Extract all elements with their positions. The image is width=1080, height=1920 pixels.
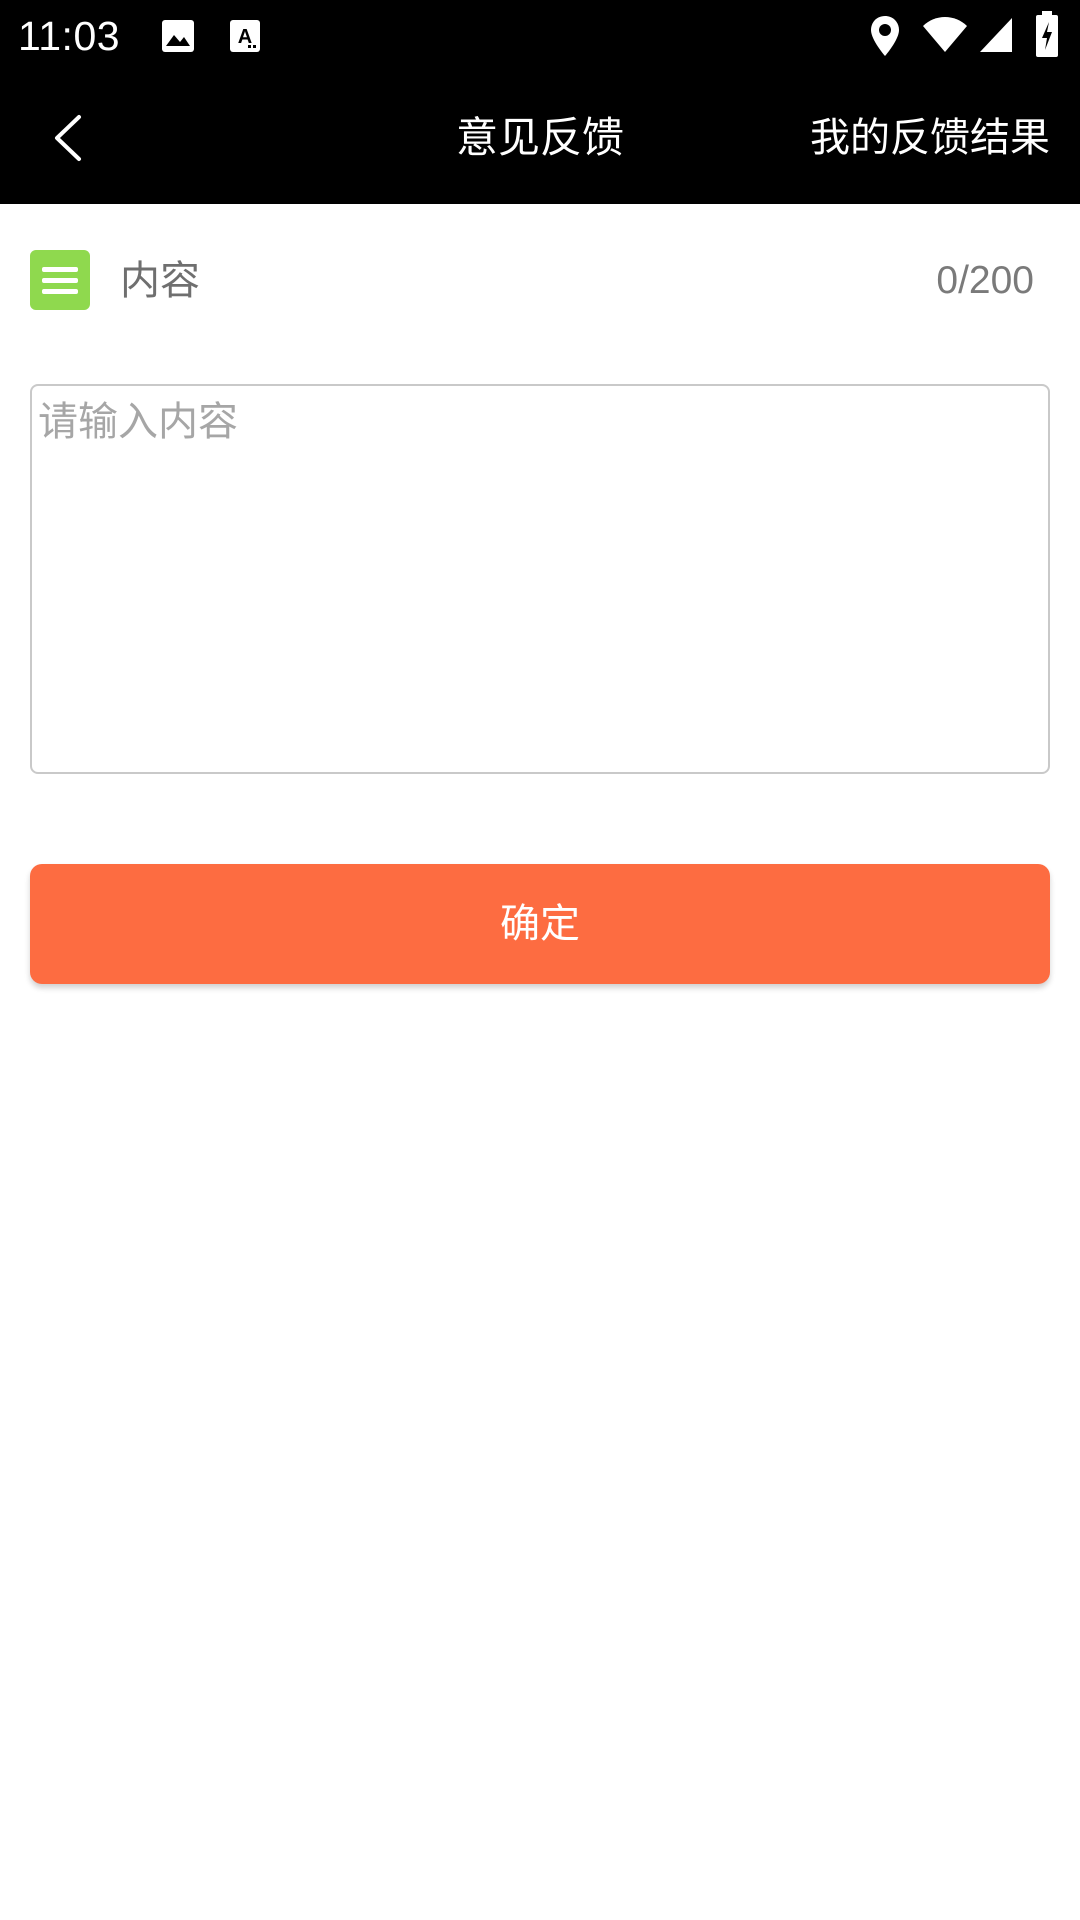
- back-button[interactable]: [36, 100, 100, 176]
- text-a-icon: A: [230, 20, 260, 52]
- content-label: 内容: [120, 258, 200, 304]
- image-icon: [162, 20, 194, 52]
- status-time: 11:03: [18, 13, 121, 59]
- signal-icon: [980, 18, 1012, 52]
- location-icon: [871, 16, 899, 56]
- chevron-left-icon: [55, 115, 81, 161]
- status-bar: 11:03 A: [0, 0, 1080, 72]
- wifi-icon: [923, 17, 967, 52]
- svg-text:A: A: [238, 26, 252, 48]
- content-label-row: 内容 0/200: [0, 204, 1080, 354]
- feedback-content-input[interactable]: [30, 384, 1050, 774]
- feedback-screen: 11:03 A 意见反馈 我的反馈结果 内容 0/200 请输入内容 确定: [0, 0, 1080, 1920]
- app-header: 意见反馈 我的反馈结果: [0, 72, 1080, 204]
- my-feedback-results-link[interactable]: 我的反馈结果: [810, 108, 1050, 168]
- page-title: 意见反馈: [455, 113, 624, 162]
- character-counter: 0/200: [936, 259, 1034, 302]
- battery-charging-icon: [1036, 11, 1058, 57]
- list-icon: [30, 250, 90, 310]
- confirm-button[interactable]: 确定: [30, 864, 1050, 984]
